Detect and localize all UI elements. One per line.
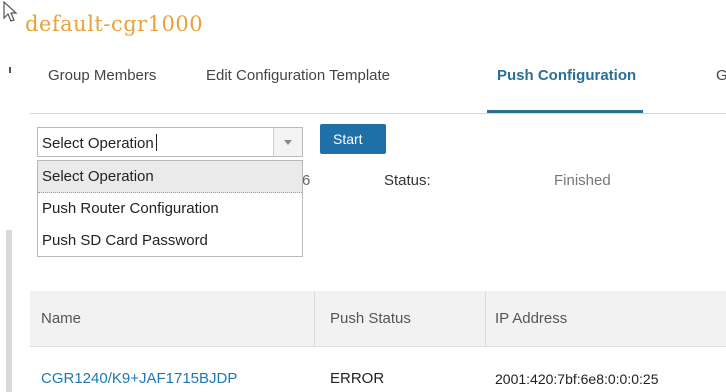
device-count: 6: [302, 172, 311, 189]
status-value: Finished: [554, 172, 611, 189]
operation-dropdown-list: Select Operation Push Router Configurati…: [37, 160, 303, 257]
tab-overflow[interactable]: G: [716, 67, 726, 84]
tab-push-configuration[interactable]: Push Configuration: [497, 67, 636, 84]
operation-select-value: Select Operation: [42, 135, 154, 152]
dropdown-option-push-router-configuration[interactable]: Push Router Configuration: [38, 193, 302, 225]
left-scrollbar[interactable]: [6, 230, 12, 392]
column-header-ip-address[interactable]: IP Address: [495, 310, 567, 327]
push-status-cell: ERROR: [330, 370, 385, 387]
table-header: Name Push Status IP Address: [30, 291, 726, 347]
ip-address-cell: 2001:420:7bf:6e8:0:0:0:25: [495, 371, 659, 387]
column-header-name[interactable]: Name: [41, 310, 81, 327]
start-button[interactable]: Start: [320, 124, 386, 154]
active-tab-indicator: [487, 110, 643, 113]
status-label: Status:: [384, 172, 431, 189]
dropdown-option-select-operation[interactable]: Select Operation: [38, 161, 302, 193]
mouse-pointer-icon: [3, 1, 18, 22]
chevron-down-icon[interactable]: [273, 128, 302, 156]
text-caret: [155, 134, 157, 151]
operation-select[interactable]: Select Operation: [37, 127, 303, 157]
page-title: default-cgr1000: [25, 12, 204, 36]
column-divider[interactable]: [314, 291, 315, 346]
device-name-link[interactable]: CGR1240/K9+JAF1715BJDP: [41, 370, 237, 387]
column-divider[interactable]: [485, 291, 486, 346]
tab-group-members[interactable]: Group Members: [48, 67, 156, 84]
collapse-handle[interactable]: [9, 67, 11, 73]
dropdown-option-push-sd-card-password[interactable]: Push SD Card Password: [38, 225, 302, 257]
tab-edit-configuration-template[interactable]: Edit Configuration Template: [206, 67, 390, 84]
tab-bar: Group Members Edit Configuration Templat…: [30, 55, 726, 114]
column-header-push-status[interactable]: Push Status: [330, 310, 411, 327]
